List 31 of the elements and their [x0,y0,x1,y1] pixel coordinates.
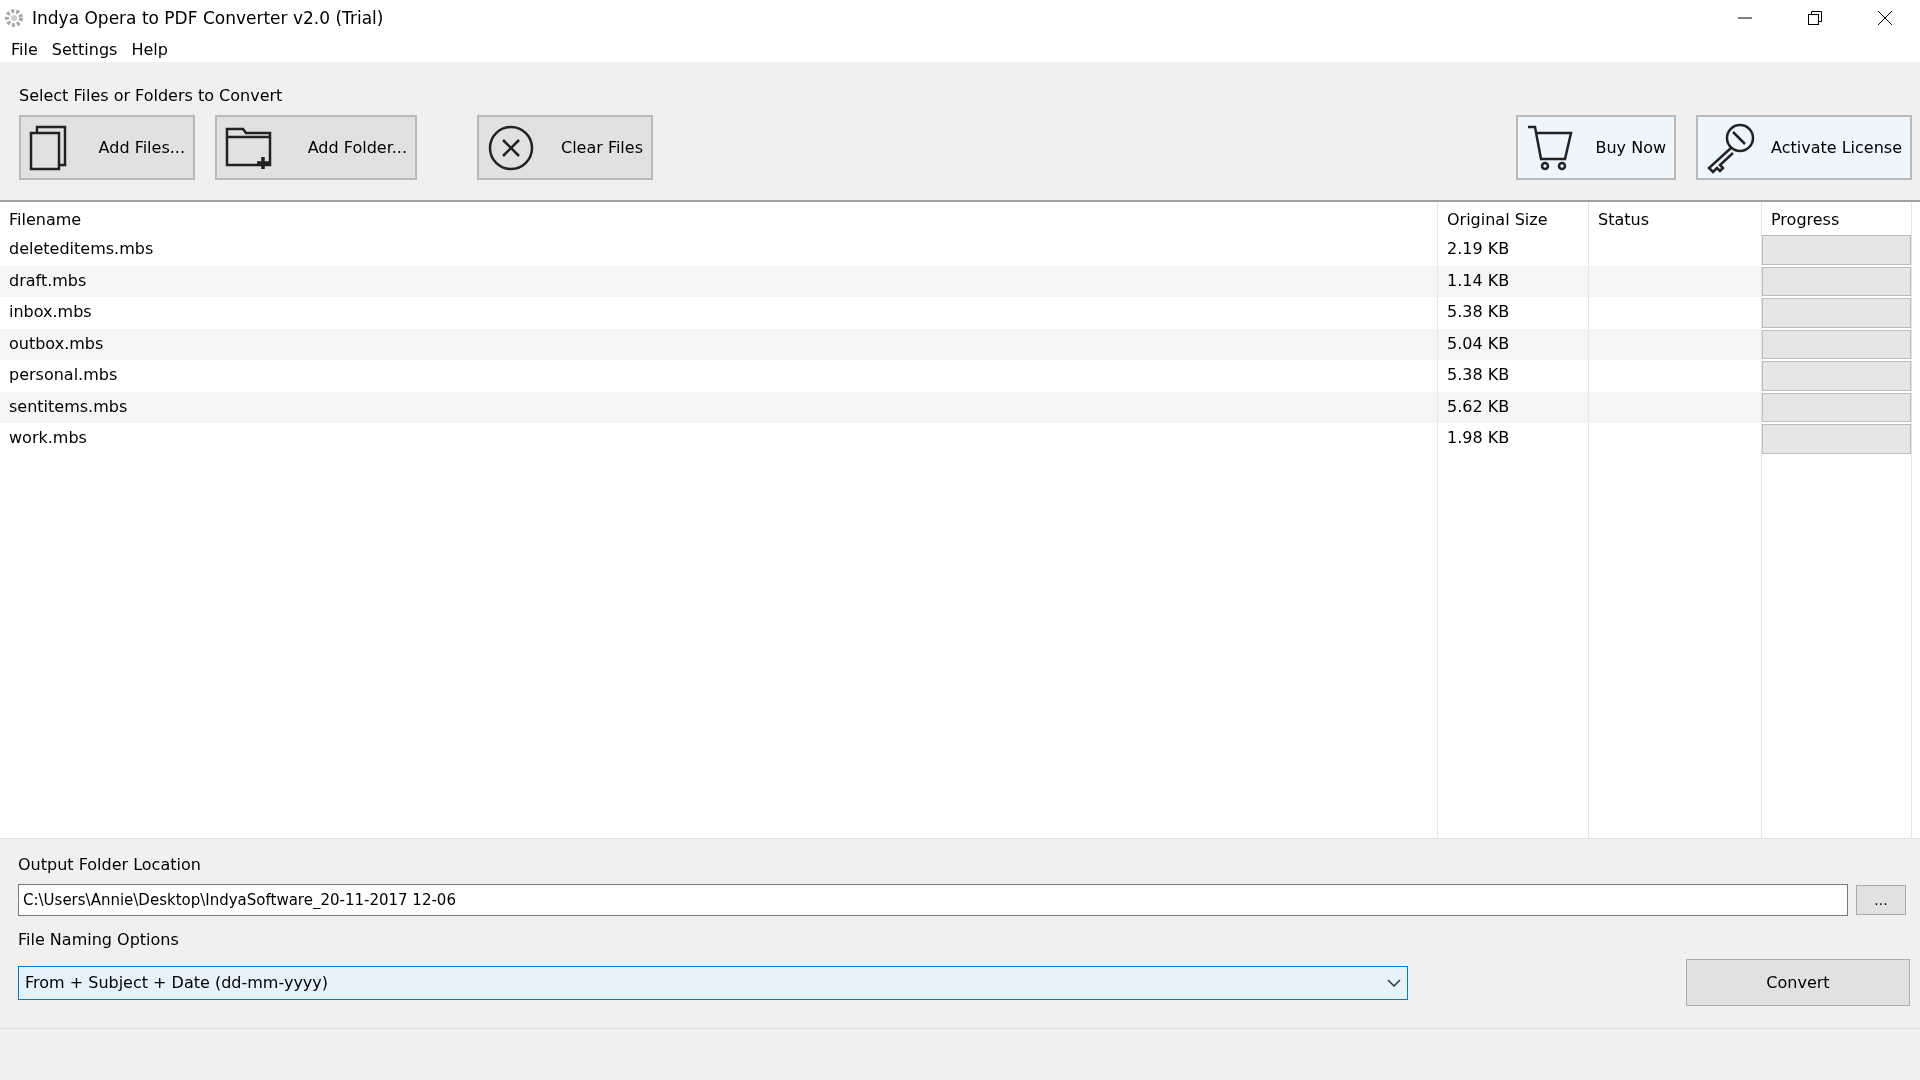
toolbar-button[interactable]: Activate License [1696,115,1912,180]
column-header[interactable]: Progress [1762,202,1912,234]
output-folder-field[interactable]: C:\Users\Annie\Desktop\IndyaSoftware_20-11-2017 12-06 [18,884,1848,916]
field-label: File Naming Options [18,930,180,949]
menu-item[interactable]: Help [124,37,175,61]
table-cell: draft.mbs [0,265,1438,297]
menu-item[interactable]: File [4,37,45,61]
browse-button[interactable]: ... [1856,885,1906,915]
window-title: Indya Opera to PDF Converter v2.0 (Trial) [32,8,385,28]
field-label: Output Folder Location [18,855,202,874]
close-icon [1878,11,1892,25]
table-cell: 1.14 KB [1438,265,1589,297]
restore-icon [1808,11,1822,25]
table-cell: outbox.mbs [0,328,1438,360]
section-label: Select Files or Folders to Convert [19,86,284,105]
documents-icon [29,124,69,171]
chevron-down-icon [1387,978,1401,987]
toolbar-button[interactable]: Clear Files [477,115,653,180]
toolbar-button[interactable]: Add Folder... [215,115,417,180]
gear-icon [4,8,24,28]
close-circle-icon [487,123,535,172]
minimize-icon [1738,17,1752,19]
toolbar-button[interactable]: Buy Now [1516,115,1676,180]
menu-item[interactable]: Settings [44,37,125,61]
convert-button[interactable]: Convert [1686,959,1910,1006]
table-cell: 5.04 KB [1438,328,1589,360]
key-icon [1706,121,1756,174]
table-cell: sentitems.mbs [0,391,1438,423]
toolbar-button[interactable]: Add Files... [19,115,195,180]
naming-dropdown[interactable]: From + Subject + Date (dd-mm-yyyy) [18,965,1408,1000]
table-cell: 5.62 KB [1438,391,1589,423]
